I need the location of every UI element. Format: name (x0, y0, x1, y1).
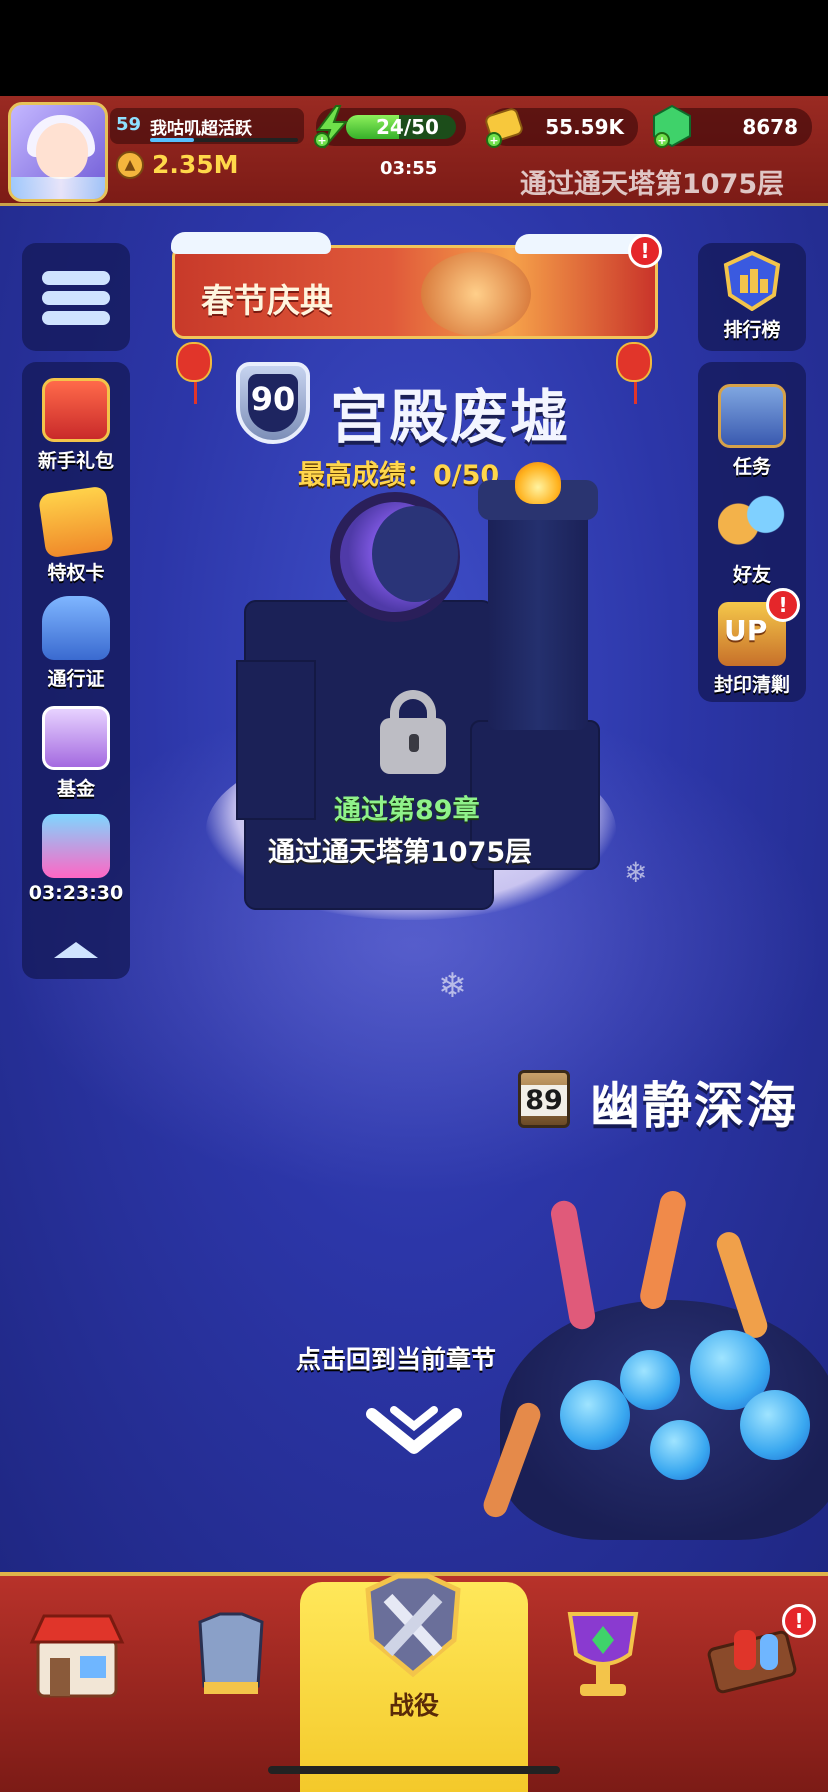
spring-festival-banner[interactable]: 春节庆典 (171, 232, 658, 339)
snowflake-icon: ❄ (438, 966, 467, 1006)
tower-progress-banner: 通过通天塔第1075层 (520, 169, 785, 200)
player-level: 59 (116, 114, 142, 135)
friends-button[interactable]: 好友 (698, 492, 806, 587)
friends-label: 好友 (732, 564, 771, 586)
menu-button[interactable] (22, 243, 130, 351)
snowflake-icon: ❄ (624, 856, 648, 889)
quest-scroll-icon (718, 384, 786, 448)
stone-pillar (488, 500, 588, 730)
friends-icon (718, 492, 786, 556)
nav-tab-shop[interactable] (22, 1600, 132, 1710)
gold-value: 55.59K (545, 115, 624, 139)
gift-icon (42, 378, 110, 442)
nav-tab-trophy[interactable] (548, 1600, 658, 1710)
monkey-king-illustration (421, 252, 531, 336)
privilege-card-button[interactable]: 特权卡 (22, 485, 130, 585)
unlock-requirement-tower: 通过通天塔第1075层 (268, 837, 533, 868)
battle-pass-button[interactable]: 通行证 (22, 596, 130, 691)
gem-icon[interactable]: + (650, 104, 696, 150)
workshop-alert-badge: ! (782, 1604, 816, 1638)
player-info[interactable]: 59 我咕叽超活跃 (110, 108, 304, 144)
sea-anemone-decoration (740, 1390, 810, 1460)
nav-tab-campaign-label: 战役 (388, 1691, 439, 1720)
player-avatar[interactable] (8, 102, 108, 202)
starter-pack-button[interactable]: 新手礼包 (22, 378, 130, 473)
sea-anemone-decoration (620, 1350, 680, 1410)
shop-icon (29, 1614, 125, 1698)
limited-offer-button[interactable]: 03:23:30 (22, 814, 130, 904)
armor-icon (198, 1612, 264, 1694)
treasure-chest-icon (42, 706, 110, 770)
festival-alert-badge: ! (628, 234, 662, 268)
unlock-requirement-chapter: 通过第89章 (334, 795, 480, 826)
pass-badge-icon (42, 596, 110, 660)
battle-pass-label: 通行证 (47, 668, 105, 690)
lantern-icon (616, 342, 652, 404)
gold-coin-icon[interactable]: + (482, 104, 528, 150)
scroll-down-chevron-icon[interactable] (366, 1398, 462, 1458)
power-icon: ▲ (116, 151, 144, 179)
chapter-number: 90 (250, 380, 296, 418)
home-indicator (268, 1766, 560, 1774)
svg-text:+: + (489, 134, 498, 147)
svg-text:+: + (657, 134, 666, 147)
crossed-swords-icon (365, 1573, 461, 1678)
xp-bar (150, 138, 298, 142)
best-score: 最高成绩：0/50 (298, 460, 500, 491)
seal-clear-alert-badge: ! (766, 588, 800, 622)
return-to-current-chapter-label[interactable]: 点击回到当前章节 (296, 1340, 496, 1376)
gem-value: 8678 (742, 115, 798, 139)
energy-value: 24/50 (376, 115, 439, 139)
sea-anemone-decoration (650, 1420, 710, 1480)
privilege-card-icon (37, 485, 115, 559)
seal-clear-label: 封印清剿 (713, 674, 790, 696)
trophy-icon (723, 251, 781, 311)
gold-resource[interactable]: + 55.59K (485, 108, 638, 148)
nav-tab-campaign[interactable] (358, 1570, 468, 1680)
next-chapter-number-box: 89 (518, 1070, 570, 1128)
collapse-chevron-icon[interactable] (52, 940, 100, 960)
chapter-title: 宫殿废墟 (330, 383, 571, 451)
sea-anemone-decoration (560, 1380, 630, 1450)
leaderboard-label: 排行榜 (723, 319, 781, 341)
ruins-block (236, 660, 316, 820)
quests-label: 任务 (732, 456, 771, 478)
trophy-cup-icon (567, 1612, 639, 1696)
festival-title: 春节庆典 (201, 281, 333, 320)
energy-bolt-icon[interactable]: + (310, 104, 356, 150)
chapter-number-shield: 90 (236, 362, 310, 444)
starter-pack-label: 新手礼包 (37, 450, 114, 472)
nav-tab-equipment[interactable] (176, 1600, 286, 1710)
leaderboard-button[interactable]: 排行榜 (698, 243, 806, 351)
player-name: 我咕叽超活跃 (150, 119, 252, 139)
power-value: 2.35M (152, 150, 239, 179)
brazier-flame-icon (515, 462, 561, 504)
next-chapter-title: 幽静深海 (590, 1077, 798, 1135)
lantern-icon (176, 342, 212, 404)
next-chapter-number: 89 (521, 1085, 567, 1116)
energy-resource[interactable]: + 24/50 (314, 105, 466, 149)
fund-label: 基金 (56, 778, 95, 800)
svg-text:+: + (317, 134, 326, 147)
quests-button[interactable]: 任务 (698, 384, 806, 479)
snow-decoration (171, 232, 331, 254)
privilege-card-label: 特权卡 (47, 562, 105, 584)
offer-timer: 03:23:30 (28, 882, 124, 904)
gem-resource[interactable]: + 8678 (653, 104, 812, 148)
discount-gift-icon (42, 814, 110, 878)
fund-button[interactable]: 基金 (22, 706, 130, 801)
energy-timer: 03:55 (380, 158, 438, 179)
